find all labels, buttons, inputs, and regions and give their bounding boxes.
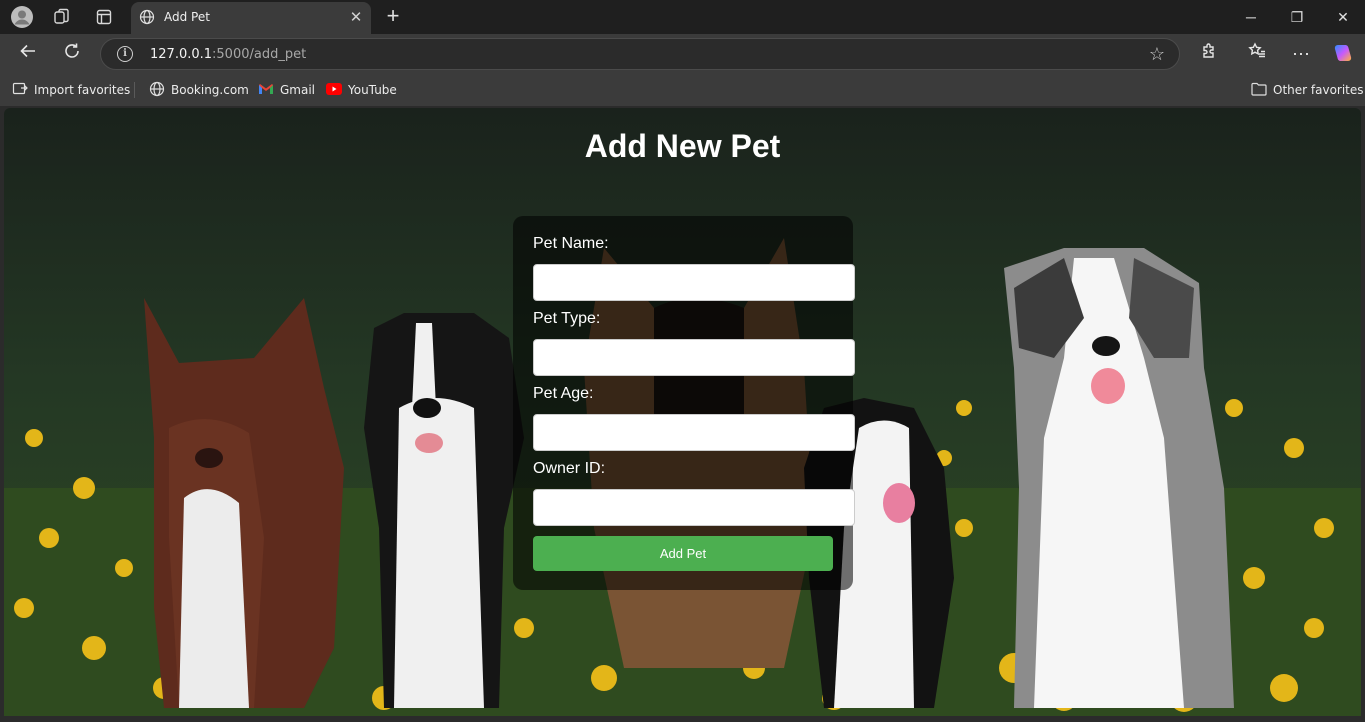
minimize-icon[interactable]: ─ [1239, 6, 1263, 28]
import-icon [12, 81, 28, 100]
site-info-icon[interactable]: i [117, 46, 133, 62]
youtube-icon [326, 82, 342, 98]
pet-age-label: Pet Age: [533, 385, 594, 402]
tab-title: Add Pet [164, 10, 210, 24]
folder-icon [1251, 82, 1267, 99]
globe-icon [139, 9, 155, 30]
bookmark-import-favorites[interactable]: Import favorites [12, 82, 130, 98]
back-icon[interactable] [16, 42, 40, 66]
pet-type-input[interactable] [533, 339, 855, 376]
vertical-tabs-icon[interactable] [92, 5, 116, 29]
favorites-bar: Import favorites Booking.com Gmail YouTu… [0, 74, 1365, 106]
profile-avatar-icon[interactable] [10, 5, 34, 29]
pet-age-input[interactable] [533, 414, 855, 451]
browser-toolbar: i 127.0.0.1:5000/add_pet ☆ ⋯ [0, 34, 1365, 74]
bookmark-youtube[interactable]: YouTube [326, 82, 397, 98]
owner-id-label: Owner ID: [533, 460, 606, 477]
pet-type-label: Pet Type: [533, 310, 601, 327]
owner-id-input[interactable] [533, 489, 855, 526]
new-tab-icon[interactable]: + [381, 5, 405, 29]
restore-icon[interactable]: ❐ [1285, 6, 1309, 28]
bookmark-gmail[interactable]: Gmail [258, 82, 315, 98]
refresh-icon[interactable] [60, 42, 84, 66]
add-pet-button[interactable]: Add Pet [533, 536, 833, 571]
favorite-star-icon[interactable]: ☆ [1149, 44, 1165, 65]
add-pet-form: Pet Name: Pet Type: Pet Age: Owner ID: A… [513, 216, 855, 590]
extensions-icon[interactable] [1197, 42, 1221, 66]
close-tab-icon[interactable]: ✕ [347, 9, 365, 27]
page-viewport: Add New Pet Pet Name: Pet Type: Pet Age:… [4, 108, 1361, 716]
browser-tab-strip: Add Pet ✕ + ─ ❐ ✕ [0, 0, 1365, 34]
pet-name-label: Pet Name: [533, 235, 609, 252]
workspaces-icon[interactable] [50, 5, 74, 29]
gmail-icon [258, 83, 274, 98]
url-text: 127.0.0.1:5000/add_pet [150, 47, 307, 62]
tab-add-pet[interactable]: Add Pet ✕ [131, 2, 371, 34]
favorites-icon[interactable] [1245, 42, 1269, 66]
pet-name-input[interactable] [533, 264, 855, 301]
copilot-icon[interactable] [1331, 42, 1355, 66]
page-title: Add New Pet [584, 128, 781, 164]
bookmark-booking[interactable]: Booking.com [149, 81, 249, 100]
bookmark-separator [134, 82, 135, 98]
more-options-icon[interactable]: ⋯ [1289, 42, 1313, 66]
other-favorites[interactable]: Other favorites [1251, 82, 1364, 98]
address-bar[interactable]: i 127.0.0.1:5000/add_pet ☆ [100, 38, 1180, 70]
close-window-icon[interactable]: ✕ [1331, 6, 1355, 28]
globe-icon [149, 81, 165, 100]
